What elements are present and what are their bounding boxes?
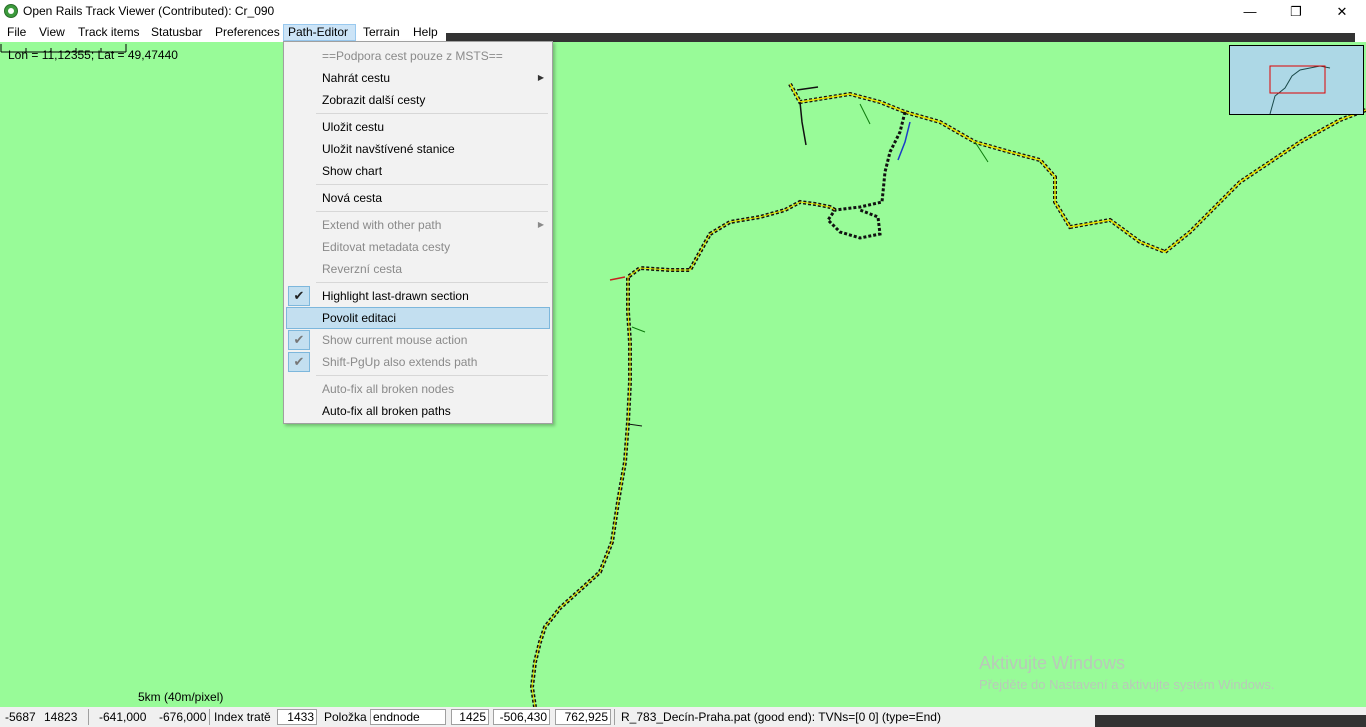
menu-file[interactable]: File: [3, 24, 30, 41]
menu-item-label: Extend with other path: [322, 218, 442, 232]
menu-item-label: ==Podpora cest pouze z MSTS==: [322, 49, 503, 63]
minimap-drawing: [1269, 65, 1331, 114]
status-node-value: 1425: [451, 709, 489, 725]
menu-item-msts-support[interactable]: ==Podpora cest pouze z MSTS==: [286, 45, 550, 67]
status-pos-x: -506,430: [493, 709, 550, 725]
status-divider: [614, 709, 615, 725]
status-pos-z: 762,925: [555, 709, 611, 725]
status-tile-z: 14823: [44, 710, 78, 724]
status-item-value: endnode: [370, 709, 446, 725]
status-tile-x: -5687: [5, 710, 36, 724]
title-bar: Open Rails Track Viewer (Contributed): C…: [0, 0, 1366, 23]
activation-watermark-title: Aktivujte Windows: [979, 653, 1126, 673]
activation-watermark-subtitle: Přejděte do Nastavení a aktivujte systém…: [979, 677, 1275, 692]
checkmark-icon: ✔: [288, 330, 310, 350]
menu-item-label: Povolit editaci: [322, 311, 397, 325]
close-button[interactable]: ✕: [1319, 0, 1365, 23]
menu-item-label: Nová cesta: [322, 191, 383, 205]
status-dark-strip: [1095, 715, 1366, 727]
scale-label: 5km (40m/pixel): [138, 690, 224, 704]
app-icon: [4, 4, 18, 18]
submenu-arrow-icon: ▶: [537, 220, 544, 229]
status-bar: -5687 14823 -641,000 -676,000 Index trat…: [0, 707, 1366, 727]
menu-item-autofix-paths[interactable]: Auto-fix all broken paths: [286, 400, 550, 422]
toolbar-strip: [446, 33, 1355, 42]
window-title: Open Rails Track Viewer (Contributed): C…: [23, 4, 275, 18]
menu-path-editor[interactable]: Path-Editor: [283, 24, 356, 41]
menu-item-shift-pgup-extends[interactable]: ✔ Shift-PgUp also extends path: [286, 351, 550, 373]
menu-item-show-other-paths[interactable]: Zobrazit další cesty: [286, 89, 550, 111]
menu-item-reverse-path[interactable]: Reverzní cesta: [286, 258, 550, 280]
minimize-button[interactable]: —: [1227, 0, 1273, 23]
menu-item-label: Auto-fix all broken nodes: [322, 382, 455, 396]
scale-bar: [0, 44, 127, 53]
status-divider: [88, 709, 89, 725]
menu-item-enable-editing[interactable]: Povolit editaci: [286, 307, 550, 329]
menu-item-label: Auto-fix all broken paths: [322, 404, 451, 418]
status-world-x: -641,000: [99, 710, 147, 724]
overview-minimap[interactable]: [1229, 45, 1364, 115]
status-index-value: 1433: [277, 709, 317, 725]
menu-item-new-path[interactable]: Nová cesta: [286, 187, 550, 209]
menu-item-load-path[interactable]: Nahrát cestu ▶: [286, 67, 550, 89]
status-item-label: Položka: [324, 710, 367, 724]
menu-item-label: Editovat metadata cesty: [322, 240, 451, 254]
menu-item-show-chart[interactable]: Show chart: [286, 160, 550, 182]
menu-preferences[interactable]: Preferences: [211, 24, 284, 41]
checkmark-icon: ✔: [288, 352, 310, 372]
menu-item-label: Reverzní cesta: [322, 262, 403, 276]
menu-item-label: Shift-PgUp also extends path: [322, 355, 478, 369]
maximize-button[interactable]: ❐: [1273, 0, 1319, 23]
menu-item-label: Show chart: [322, 164, 383, 178]
menu-item-edit-path-metadata[interactable]: Editovat metadata cesty: [286, 236, 550, 258]
path-editor-dropdown: ==Podpora cest pouze z MSTS== Nahrát ces…: [283, 41, 553, 424]
menu-item-show-mouse-action[interactable]: ✔ Show current mouse action: [286, 329, 550, 351]
menu-item-save-path[interactable]: Uložit cestu: [286, 116, 550, 138]
menu-track-items[interactable]: Track items: [74, 24, 144, 41]
menu-separator: [316, 211, 548, 212]
menu-item-autofix-nodes[interactable]: Auto-fix all broken nodes: [286, 378, 550, 400]
minimap-view-rect: [1269, 65, 1326, 94]
menu-item-save-visited-stations[interactable]: Uložit navštívené stanice: [286, 138, 550, 160]
status-divider: [209, 709, 210, 725]
submenu-arrow-icon: ▶: [537, 73, 544, 82]
menu-item-label: Zobrazit další cesty: [322, 93, 426, 107]
menu-item-label: Highlight last-drawn section: [322, 289, 469, 303]
menu-item-label: Nahrát cestu: [322, 71, 391, 85]
track-drawing: [529, 83, 1366, 707]
menu-view[interactable]: View: [35, 24, 69, 41]
menu-item-label: Show current mouse action: [322, 333, 468, 347]
menu-item-extend-with-other-path[interactable]: Extend with other path ▶: [286, 214, 550, 236]
menu-separator: [316, 375, 548, 376]
menu-item-highlight-last-drawn[interactable]: ✔ Highlight last-drawn section: [286, 285, 550, 307]
menu-item-label: Uložit cestu: [322, 120, 385, 134]
menu-separator: [316, 184, 548, 185]
menu-item-label: Uložit navštívené stanice: [322, 142, 455, 156]
status-path-info: R_783_Decín-Praha.pat (good end): TVNs=[…: [621, 710, 941, 724]
menu-separator: [316, 282, 548, 283]
menu-separator: [316, 113, 548, 114]
status-index-label: Index tratě: [214, 710, 271, 724]
status-world-z: -676,000: [159, 710, 207, 724]
menu-help[interactable]: Help: [409, 24, 442, 41]
checkmark-icon: ✔: [288, 286, 310, 306]
menu-statusbar[interactable]: Statusbar: [147, 24, 206, 41]
track-map[interactable]: Lon = 11,12355; Lat = 49,47440 5km (40m/…: [0, 42, 1366, 707]
menu-terrain[interactable]: Terrain: [359, 24, 404, 41]
